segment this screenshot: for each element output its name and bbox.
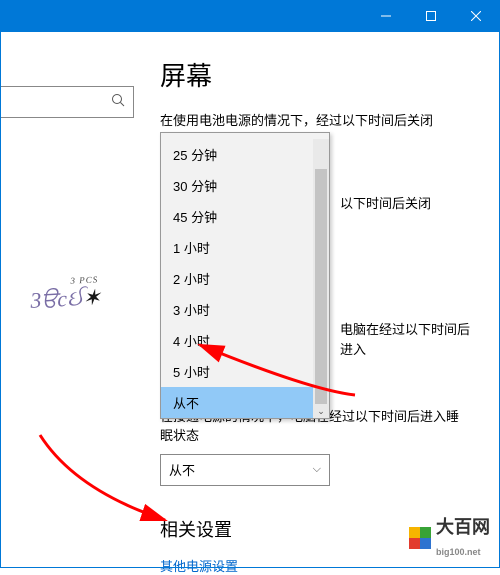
site-watermark: 大百网 big100.net	[408, 513, 490, 560]
chevron-down-icon: ⌵	[313, 463, 321, 476]
list-item[interactable]: 5 小时	[161, 356, 329, 387]
list-item[interactable]: 3 小时	[161, 294, 329, 325]
watermark-subtext: big100.net	[436, 547, 481, 557]
main-content: 屏幕 在使用电池电源的情况下，经过以下时间后关闭 25 分钟30 分钟45 分钟…	[140, 32, 500, 568]
list-item[interactable]: 从不	[161, 387, 329, 418]
timeout-dropdown-list[interactable]: 25 分钟30 分钟45 分钟1 小时2 小时3 小时4 小时5 小时从不 ⌄	[160, 132, 330, 419]
label-battery-screen-off: 在使用电池电源的情况下，经过以下时间后关闭	[160, 111, 470, 131]
dropdown-value: 从不	[169, 460, 195, 479]
chevron-down-icon[interactable]: ⌄	[313, 404, 329, 418]
page-title: 屏幕	[160, 56, 470, 93]
list-item[interactable]: 30 分钟	[161, 170, 329, 201]
close-button[interactable]	[453, 0, 498, 32]
sidebar	[0, 32, 140, 568]
list-item[interactable]: 1 小时	[161, 232, 329, 263]
watermark-text: 大百网	[436, 517, 490, 537]
label-plugged-screen-off: 以下时间后关闭	[340, 194, 470, 214]
list-item[interactable]: 4 小时	[161, 325, 329, 356]
maximize-button[interactable]	[408, 0, 453, 32]
search-icon	[111, 93, 125, 112]
scrollbar-thumb[interactable]	[315, 169, 327, 404]
label-battery-sleep: 电脑在经过以下时间后进入	[340, 320, 470, 359]
list-item[interactable]: 2 小时	[161, 263, 329, 294]
plugged-sleep-dropdown[interactable]: 从不 ⌵	[160, 454, 330, 486]
list-item[interactable]: 25 分钟	[161, 139, 329, 170]
list-item[interactable]: 45 分钟	[161, 201, 329, 232]
dropdown-scrollbar[interactable]: ⌄	[313, 139, 329, 418]
window-titlebar	[0, 0, 500, 32]
search-input[interactable]	[0, 86, 134, 118]
minimize-button[interactable]	[363, 0, 408, 32]
